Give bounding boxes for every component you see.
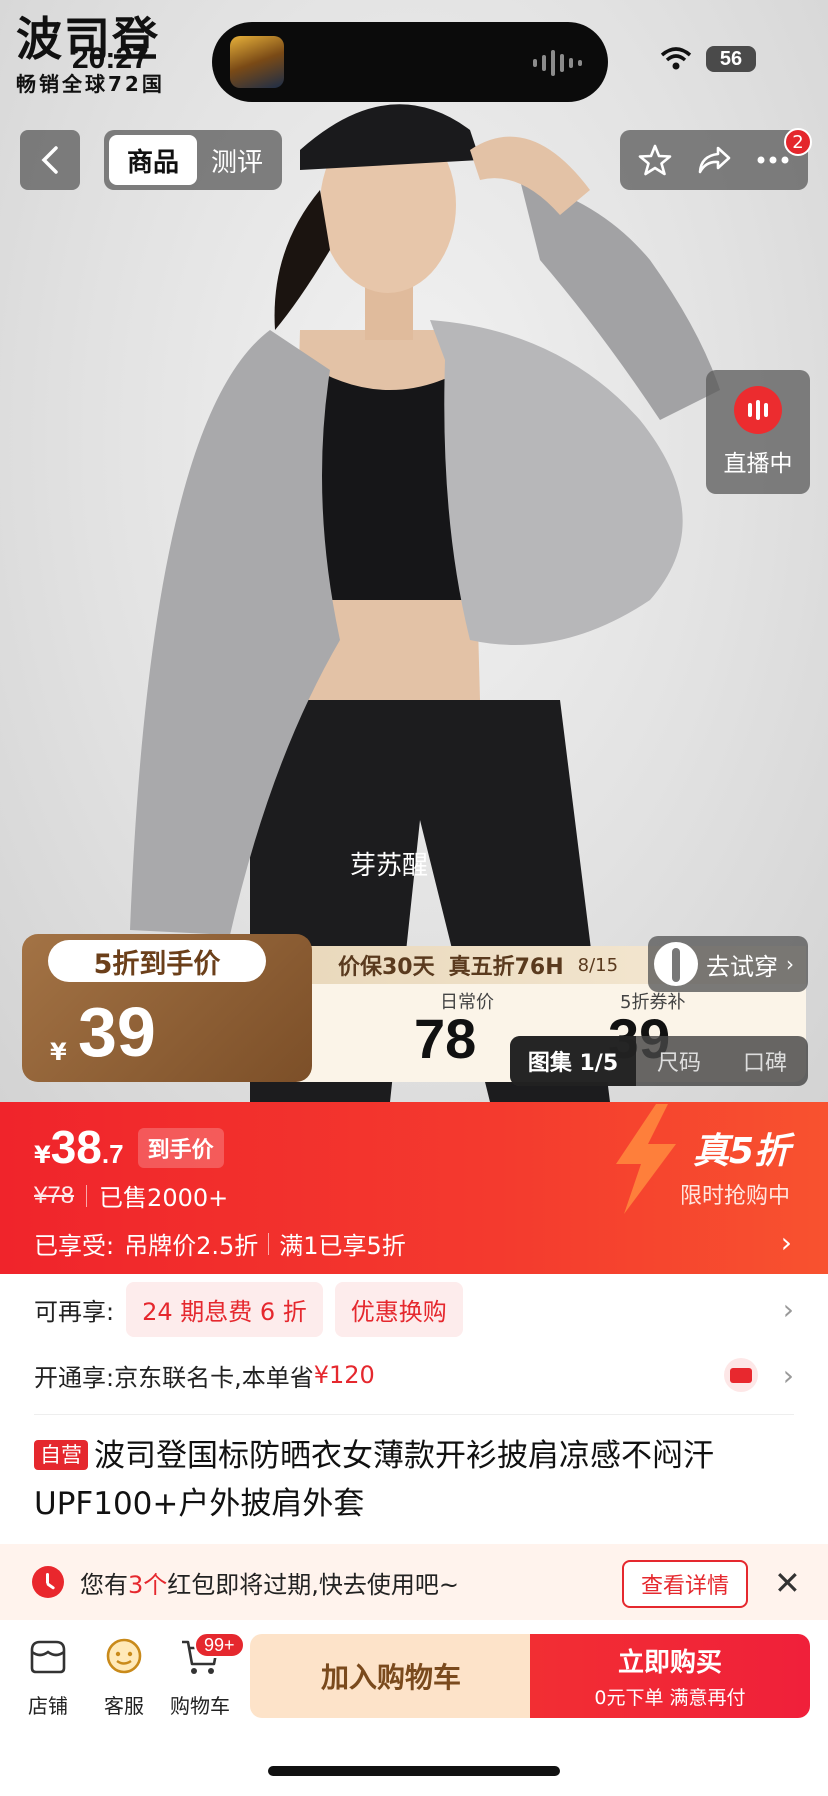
live-label: 直播中 bbox=[723, 451, 793, 477]
final-price: ¥ 38 .7 到手价 bbox=[34, 1120, 224, 1174]
back-button[interactable] bbox=[20, 130, 80, 190]
extra-benefits-row[interactable]: 可再享: 24 期息费 6 折 优惠换购 › bbox=[34, 1281, 794, 1337]
status-icons: 56 bbox=[660, 46, 756, 72]
notification-badge: 2 bbox=[784, 128, 812, 156]
deal-badge: 5折到手价 bbox=[48, 940, 266, 982]
tab-product[interactable]: 商品 bbox=[109, 135, 197, 185]
regular-price-value: 78 bbox=[414, 1007, 477, 1070]
store-label: 店铺 bbox=[28, 1694, 68, 1718]
live-icon bbox=[734, 386, 782, 434]
credit-card-icon bbox=[724, 1358, 758, 1392]
promo-title: 真5折 bbox=[692, 1131, 790, 1172]
deal-price: 39 bbox=[78, 993, 156, 1071]
store-button[interactable]: 店铺 bbox=[14, 1634, 82, 1719]
price-section: ¥ 38 .7 到手价 ¥78 已售2000+ 已享受: 吊牌价2.5折 满1已… bbox=[0, 1102, 828, 1274]
chevron-right-icon: › bbox=[782, 1292, 794, 1326]
close-icon[interactable]: ✕ bbox=[774, 1564, 801, 1602]
try-on-avatar bbox=[654, 942, 698, 986]
half-off-label: 真五折76H bbox=[448, 955, 564, 980]
credit-card-row[interactable]: 开通享:京东联名卡,本单省 ¥120 › bbox=[34, 1348, 794, 1402]
live-stream-button[interactable]: 直播中 bbox=[706, 370, 810, 494]
model-name: 芽苏醒 bbox=[350, 851, 429, 881]
price-currency: ¥ bbox=[34, 1141, 51, 1169]
final-price-tag: 到手价 bbox=[137, 1128, 224, 1168]
reviews-link[interactable]: 口碑 bbox=[722, 1045, 808, 1077]
gallery-bar: 图集 1/5 尺码 口碑 bbox=[510, 1036, 808, 1086]
buy-now-label: 立即购买 bbox=[617, 1648, 722, 1678]
service-label: 客服 bbox=[104, 1694, 144, 1718]
chevron-right-icon[interactable]: › bbox=[781, 1226, 792, 1259]
more-icon[interactable] bbox=[756, 155, 790, 165]
promo-subtitle: 限时抢购中 bbox=[679, 1184, 790, 1209]
buy-now-subtitle: 0元下单 满意再付 bbox=[594, 1687, 746, 1709]
store-icon bbox=[30, 1640, 66, 1674]
home-indicator bbox=[268, 1766, 560, 1776]
chevron-right-icon: › bbox=[782, 1358, 794, 1392]
applied-discount-1: 吊牌价2.5折 bbox=[124, 1232, 259, 1260]
applied-discount-2: 满1已享5折 bbox=[279, 1232, 406, 1260]
notice-text: 您有3个红包即将过期,快去使用吧~ bbox=[80, 1565, 459, 1600]
original-price: ¥78 bbox=[34, 1181, 75, 1209]
product-title-block: 自营 波司登国标防晒衣女薄款开衫披肩凉感不闷汗UPF100+户外披肩外套 bbox=[34, 1432, 794, 1528]
clock-icon bbox=[32, 1566, 64, 1598]
price-protect-label: 价保30天 bbox=[338, 955, 435, 980]
price-integer: 38 bbox=[50, 1121, 102, 1173]
product-image-carousel[interactable]: 波司登 畅销全球72国 20:27 56 商品 测评 2 直播中 芽苏醒 价保3… bbox=[0, 0, 828, 1102]
deal-date: 8/15 bbox=[577, 954, 619, 976]
notice-suffix: 红包即将过期,快去使用吧~ bbox=[167, 1570, 460, 1599]
product-title: 波司登国标防晒衣女薄款开衫披肩凉感不闷汗UPF100+户外披肩外套 bbox=[34, 1438, 714, 1522]
divider bbox=[86, 1184, 88, 1207]
deal-currency: ¥ bbox=[50, 1038, 67, 1066]
wifi-icon bbox=[660, 47, 692, 70]
price-meta: ¥78 已售2000+ bbox=[34, 1178, 228, 1213]
self-operated-tag: 自营 bbox=[34, 1440, 88, 1470]
notice-count: 3个 bbox=[128, 1570, 168, 1599]
add-to-cart-button[interactable]: 加入购物车 bbox=[250, 1634, 532, 1718]
cart-label: 购物车 bbox=[170, 1694, 230, 1718]
divider bbox=[34, 1414, 794, 1415]
status-time: 20:27 bbox=[72, 42, 149, 75]
now-playing-artwork bbox=[230, 36, 284, 88]
credit-card-text: 开通享:京东联名卡,本单省 bbox=[34, 1363, 314, 1392]
customer-service-icon bbox=[106, 1638, 142, 1674]
gallery-count[interactable]: 图集 1/5 bbox=[510, 1036, 636, 1086]
coupon-expiry-notice: 您有3个红包即将过期,快去使用吧~ 查看详情 ✕ bbox=[0, 1544, 828, 1620]
chevron-left-icon bbox=[41, 146, 58, 174]
star-icon[interactable] bbox=[638, 143, 672, 177]
tab-review[interactable]: 测评 bbox=[197, 135, 277, 185]
cart-badge: 99+ bbox=[194, 1632, 245, 1658]
top-actions bbox=[620, 130, 808, 190]
view-details-button[interactable]: 查看详情 bbox=[622, 1560, 748, 1608]
lightning-icon bbox=[616, 1104, 676, 1214]
audio-wave-icon bbox=[533, 50, 582, 76]
extra-benefits-label: 可再享: bbox=[34, 1297, 115, 1326]
divider bbox=[268, 1232, 270, 1255]
buy-now-button[interactable]: 立即购买 0元下单 满意再付 bbox=[530, 1634, 810, 1718]
promo-badge: 真5折 限时抢购中 bbox=[680, 1122, 790, 1210]
dynamic-island[interactable] bbox=[212, 22, 608, 102]
top-tabs: 商品 测评 bbox=[104, 130, 282, 190]
sold-count: 已售2000+ bbox=[99, 1184, 229, 1212]
price-decimal: .7 bbox=[101, 1139, 124, 1169]
credit-card-saving: ¥120 bbox=[313, 1361, 375, 1389]
notice-prefix: 您有 bbox=[80, 1570, 128, 1599]
share-icon[interactable] bbox=[696, 144, 732, 176]
installment-chip[interactable]: 24 期息费 6 折 bbox=[126, 1281, 323, 1337]
battery-icon: 56 bbox=[706, 46, 756, 72]
size-chart-link[interactable]: 尺码 bbox=[636, 1045, 722, 1077]
chevron-right-icon: › bbox=[786, 952, 794, 976]
applied-discounts[interactable]: 已享受: 吊牌价2.5折 满1已享5折 bbox=[34, 1226, 406, 1261]
applied-label: 已享受: bbox=[34, 1232, 115, 1260]
try-on-button[interactable]: 去试穿 › bbox=[648, 936, 808, 992]
try-on-label: 去试穿 bbox=[706, 952, 778, 981]
deal-price-card: 5折到手价 ¥ 39 bbox=[22, 934, 312, 1082]
service-button[interactable]: 客服 bbox=[90, 1634, 158, 1719]
trade-in-chip[interactable]: 优惠换购 bbox=[334, 1281, 463, 1337]
